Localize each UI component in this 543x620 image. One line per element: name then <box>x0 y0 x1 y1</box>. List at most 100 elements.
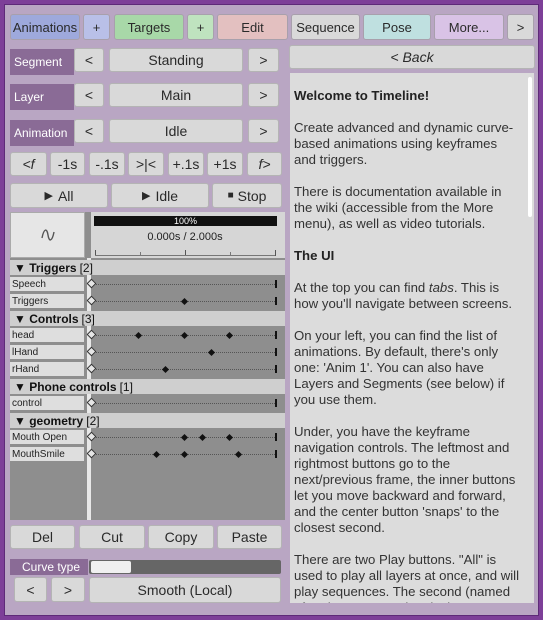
next-frame-button[interactable]: f> <box>247 152 282 176</box>
keyframe[interactable] <box>153 450 161 459</box>
tab-edit[interactable]: Edit <box>217 14 288 40</box>
track-name[interactable]: Triggers <box>10 294 84 308</box>
layer-label: Layer <box>10 84 74 110</box>
curve-prev-button[interactable]: < <box>14 577 47 602</box>
keyframe[interactable] <box>180 297 188 306</box>
forward-01s-button[interactable]: +.1s <box>168 152 204 176</box>
back-button[interactable]: < Back <box>289 45 535 69</box>
keyframe-start[interactable] <box>86 278 97 289</box>
copy-button[interactable]: Copy <box>148 525 214 549</box>
tab-add-animation[interactable]: + <box>83 14 110 40</box>
keyframe-end[interactable] <box>275 331 277 339</box>
keyframe-start[interactable] <box>86 397 97 408</box>
keyframe-end[interactable] <box>275 365 277 373</box>
track-name[interactable]: MouthSmile <box>10 447 84 461</box>
keyframe-start[interactable] <box>86 329 97 340</box>
animation-prev-button[interactable]: < <box>74 119 104 143</box>
keyframe[interactable] <box>198 433 206 442</box>
track-name[interactable]: lHand <box>10 345 84 359</box>
track-row[interactable]: control <box>10 396 285 411</box>
cut-button[interactable]: Cut <box>79 525 145 549</box>
tab-sequence[interactable]: Sequence <box>291 14 360 40</box>
segment-next-button[interactable]: > <box>248 48 279 72</box>
stop-button[interactable]: ■ Stop <box>212 183 282 208</box>
keyframe[interactable] <box>134 331 142 340</box>
track-name[interactable]: control <box>10 396 84 410</box>
track-row[interactable]: rHand <box>10 362 285 377</box>
layer-value[interactable]: Main <box>109 83 243 107</box>
track-name[interactable]: rHand <box>10 362 84 376</box>
curve-toggle-button[interactable] <box>10 212 85 258</box>
keyframe-start[interactable] <box>86 448 97 459</box>
keyframe[interactable] <box>207 348 215 357</box>
keyframe[interactable] <box>180 331 188 340</box>
keyframe[interactable] <box>226 331 234 340</box>
tab-next[interactable]: > <box>507 14 534 40</box>
track-name[interactable]: head <box>10 328 84 342</box>
layer-prev-button[interactable]: < <box>74 83 104 107</box>
track-name[interactable]: Speech <box>10 277 84 291</box>
time-readout: 0.000s / 2.000s <box>147 231 223 243</box>
doc-paragraph: Create advanced and dynamic curve-based … <box>294 120 514 167</box>
doc-scrollbar[interactable] <box>526 73 534 603</box>
keyframe-end[interactable] <box>275 297 277 305</box>
keyframe-start[interactable] <box>86 363 97 374</box>
prev-frame-button[interactable]: <f <box>10 152 47 176</box>
tab-more[interactable]: More... <box>434 14 504 40</box>
play-all-button[interactable]: ▶ All <box>10 183 108 208</box>
keyframe[interactable] <box>226 433 234 442</box>
animation-value[interactable]: Idle <box>109 119 243 143</box>
delete-button[interactable]: Del <box>10 525 75 549</box>
segment-value[interactable]: Standing <box>109 48 243 72</box>
track-row[interactable]: MouthSmile <box>10 447 285 462</box>
tab-animations[interactable]: Animations <box>10 14 80 40</box>
animation-next-button[interactable]: > <box>248 119 279 143</box>
keyframe[interactable] <box>180 450 188 459</box>
track-row[interactable]: head <box>10 328 285 343</box>
time-ruler[interactable] <box>95 244 276 256</box>
track-row[interactable]: Speech <box>10 277 285 292</box>
keyframe[interactable] <box>162 365 170 374</box>
tab-targets[interactable]: Targets <box>114 14 184 40</box>
zoom-bar[interactable]: 100% <box>94 216 277 226</box>
play-all-label: All <box>57 187 74 204</box>
segment-prev-button[interactable]: < <box>74 48 104 72</box>
track-group-header[interactable]: ▼ geometry [2] <box>10 413 285 428</box>
play-idle-button[interactable]: ▶ Idle <box>111 183 209 208</box>
tab-pose[interactable]: Pose <box>363 14 431 40</box>
track-group-header[interactable]: ▼ Controls [3] <box>10 311 285 326</box>
track-row[interactable]: Triggers <box>10 294 285 309</box>
keyframe[interactable] <box>180 433 188 442</box>
keyframe-end[interactable] <box>275 280 277 288</box>
keyframe-end[interactable] <box>275 399 277 407</box>
documentation-panel: Welcome to Timeline! Create advanced and… <box>290 73 526 603</box>
track-row[interactable]: Mouth Open <box>10 430 285 445</box>
track-group-header[interactable]: ▼ Phone controls [1] <box>10 379 285 394</box>
curve-type-value[interactable]: Smooth (Local) <box>89 577 281 603</box>
doc-title: Welcome to Timeline! <box>294 88 430 103</box>
keyframe[interactable] <box>235 450 243 459</box>
back-01s-button[interactable]: -.1s <box>89 152 125 176</box>
slider-thumb[interactable] <box>91 561 131 573</box>
keyframe-start[interactable] <box>86 295 97 306</box>
track-group-header[interactable]: ▼ Triggers [2] <box>10 260 285 275</box>
curve-type-label: Curve type <box>10 559 88 575</box>
scrollbar-thumb[interactable] <box>528 77 532 217</box>
paste-button[interactable]: Paste <box>217 525 282 549</box>
keyframe-end[interactable] <box>275 433 277 441</box>
back-1s-button[interactable]: -1s <box>50 152 85 176</box>
track-name[interactable]: Mouth Open <box>10 430 84 444</box>
curve-next-button[interactable]: > <box>51 577 85 602</box>
play-icon: ▶ <box>141 190 151 202</box>
keyframe-start[interactable] <box>86 346 97 357</box>
scrubber-area[interactable]: 100% 0.000s / 2.000s <box>91 212 285 258</box>
layer-next-button[interactable]: > <box>248 83 279 107</box>
keyframe-end[interactable] <box>275 348 277 356</box>
track-row[interactable]: lHand <box>10 345 285 360</box>
tab-add-target[interactable]: + <box>187 14 214 40</box>
curve-type-slider[interactable] <box>89 560 281 574</box>
keyframe-start[interactable] <box>86 431 97 442</box>
snap-button[interactable]: >|< <box>128 152 164 176</box>
forward-1s-button[interactable]: +1s <box>207 152 243 176</box>
keyframe-end[interactable] <box>275 450 277 458</box>
